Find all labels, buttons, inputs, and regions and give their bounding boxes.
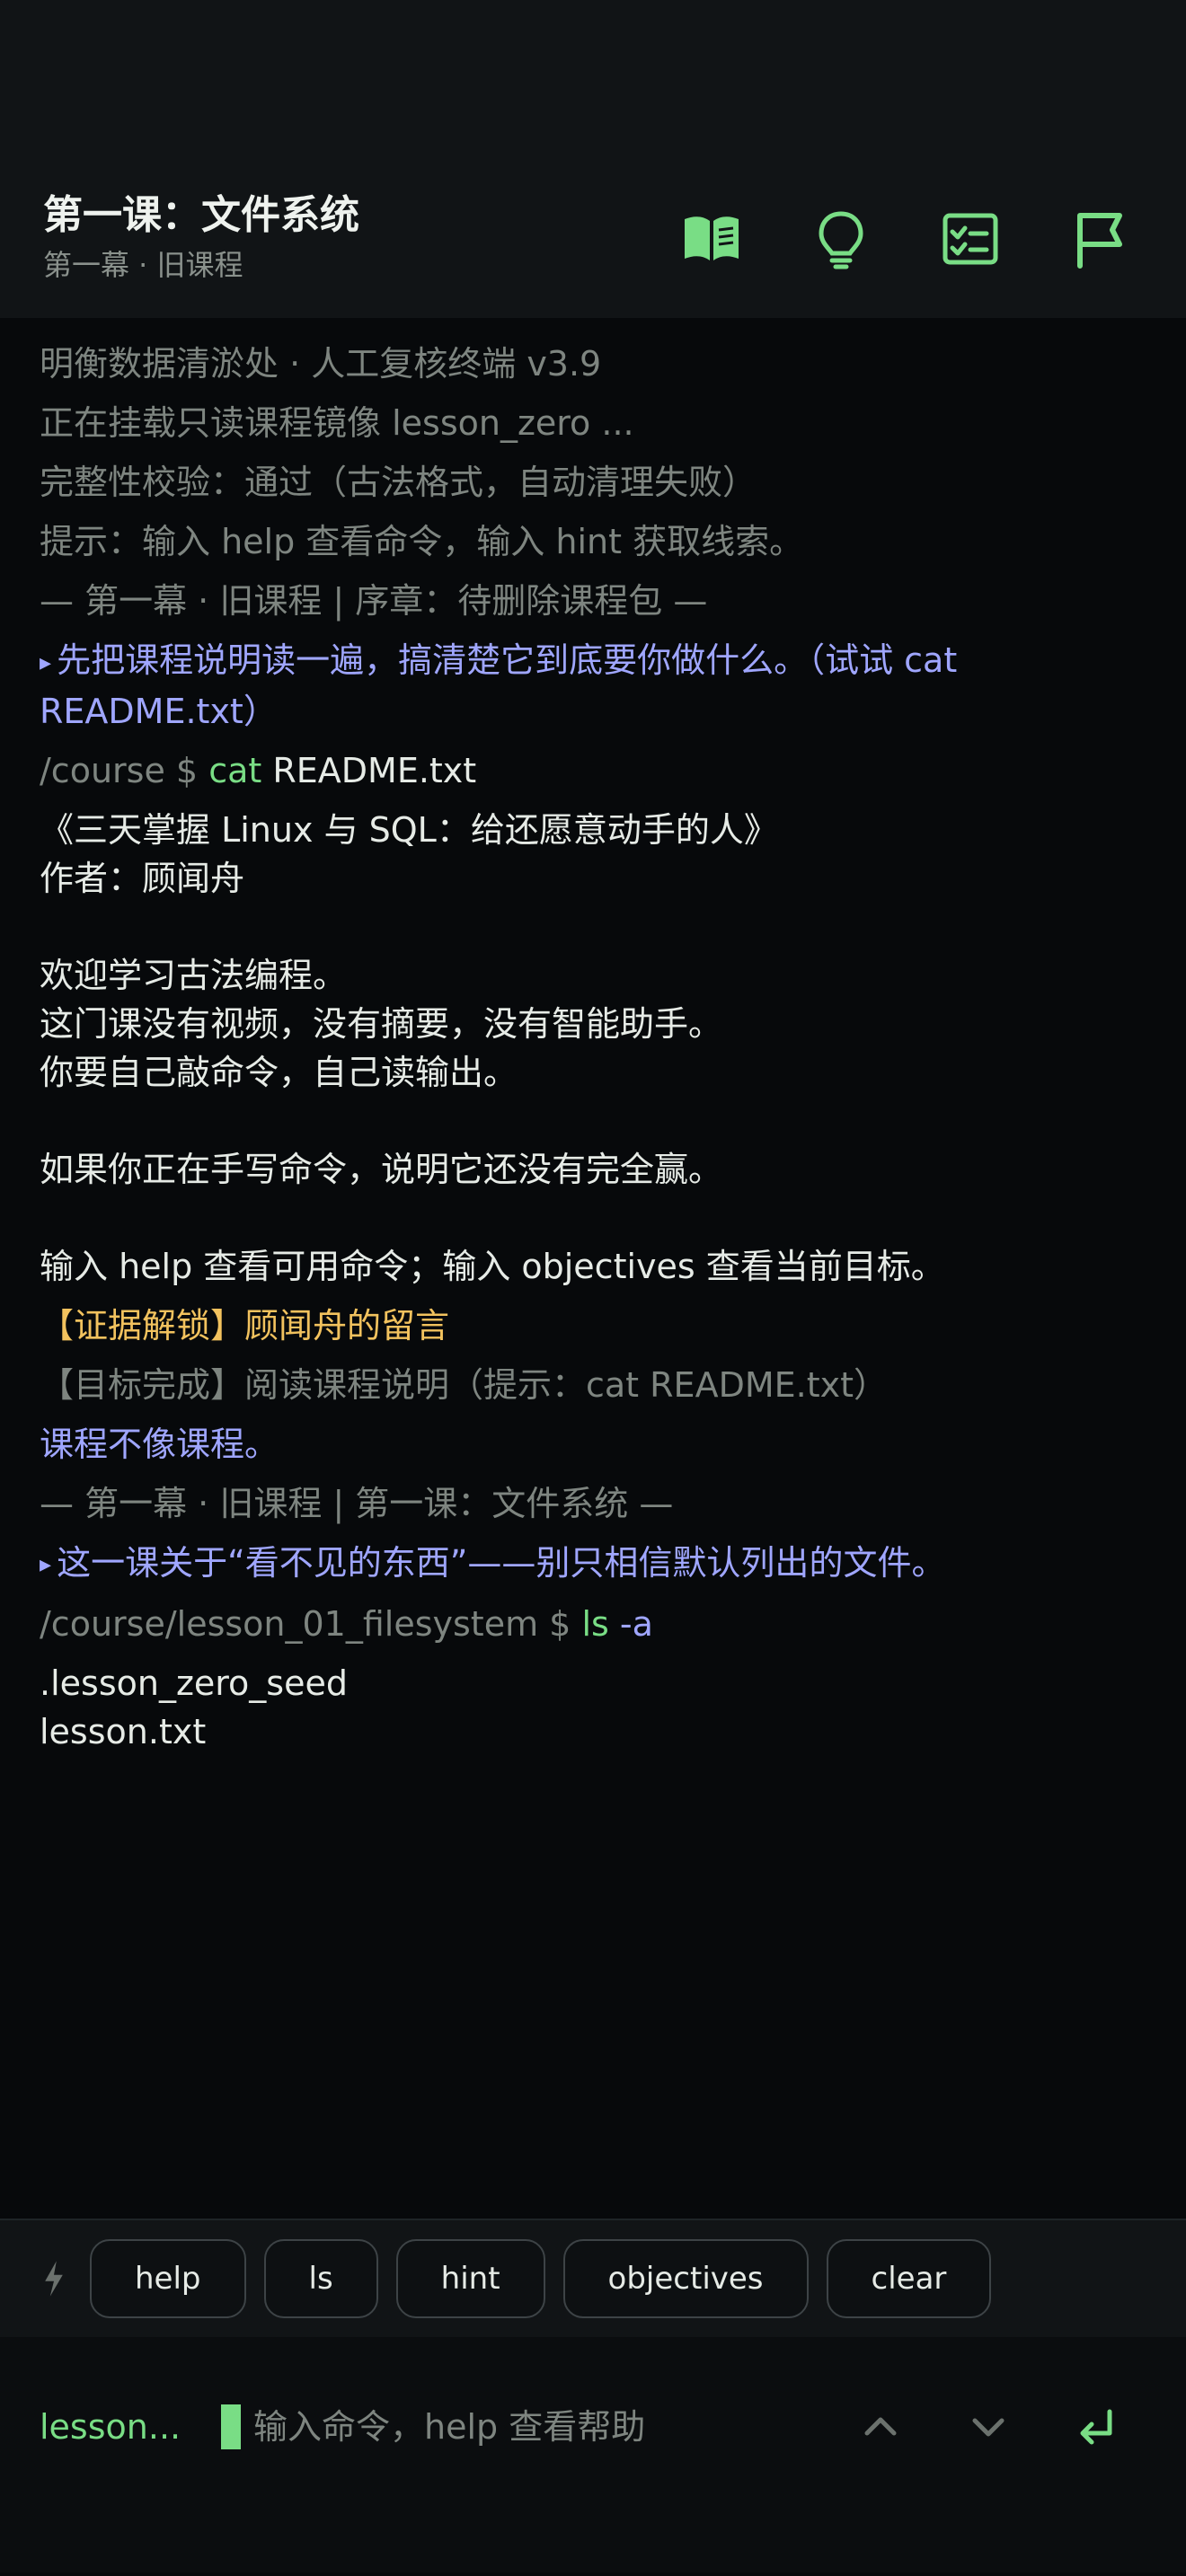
- enter-icon: [1080, 2409, 1112, 2445]
- banner-line: 完整性校验：通过（古法格式，自动清理失败）: [40, 463, 757, 502]
- chip-ls[interactable]: ls: [263, 2239, 378, 2318]
- command-arg: -a: [619, 1604, 653, 1644]
- chevron-up-icon: [864, 2417, 897, 2436]
- status-bar-area: [0, 0, 1186, 160]
- command-echo: /course/lesson_01_filesystem $ ls -a: [40, 1600, 1146, 1648]
- chip-help[interactable]: help: [90, 2239, 246, 2318]
- story-line: 课程不像课程。: [40, 1424, 279, 1464]
- page-title: 第一课：文件系统: [43, 191, 359, 238]
- banner-line: 提示：输入 help 查看命令，输入 hint 获取线索。: [40, 522, 804, 561]
- flag-icon: [1077, 213, 1122, 269]
- triangle-bullet-icon: ▸: [40, 648, 52, 676]
- goal-completed: 【目标完成】阅读课程说明（提示：cat README.txt）: [40, 1364, 888, 1405]
- command-arg: README.txt: [272, 750, 477, 790]
- objective-line: ▸ 这一课关于“看不见的东西”——别只相信默认列出的文件。: [40, 1539, 1146, 1590]
- readme-output: 《三天掌握 Linux 与 SQL：给还愿意动手的人》 作者：顾闻舟 欢迎学习古…: [40, 809, 945, 1286]
- command-name: cat: [208, 750, 262, 790]
- cursor-block: [221, 2404, 241, 2449]
- banner-line: 明衡数据清淤处 · 人工复核终端 v3.9: [40, 344, 602, 384]
- submit-button[interactable]: [1042, 2391, 1150, 2463]
- command-name: ls: [581, 1604, 609, 1644]
- header-actions: [647, 185, 1164, 293]
- input-row: lesson...: [40, 2391, 1150, 2463]
- chip-hint[interactable]: hint: [395, 2239, 545, 2318]
- chip-objectives[interactable]: objectives: [562, 2239, 809, 2318]
- page-subtitle: 第一幕 · 旧课程: [43, 248, 243, 283]
- title-block: 第一课：文件系统 第一幕 · 旧课程: [43, 191, 359, 284]
- evidence-unlocked: 【证据解锁】顾闻舟的留言: [40, 1305, 450, 1345]
- book-icon: [685, 216, 739, 260]
- triangle-bullet-icon: ▸: [40, 1551, 52, 1578]
- terminal-output[interactable]: 明衡数据清淤处 · 人工复核终端 v3.9 正在挂载只读课程镜像 lesson_…: [0, 318, 1186, 2219]
- command-input-bar: lesson...: [0, 2337, 1186, 2572]
- quick-command-bar: help ls hint objectives clear: [0, 2219, 1186, 2337]
- prompt-path: /course/lesson_01_filesystem $: [40, 1604, 571, 1644]
- section-divider: — 第一幕 · 旧课程 | 第一课：文件系统 —: [40, 1483, 674, 1523]
- app-header: 第一课：文件系统 第一幕 · 旧课程: [0, 160, 1186, 318]
- banner-line: 正在挂载只读课程镜像 lesson_zero ...: [40, 403, 634, 443]
- book-button[interactable]: [647, 185, 776, 293]
- history-up-button[interactable]: [827, 2391, 934, 2463]
- lightning-icon: [36, 2252, 72, 2306]
- objective-text: 这一课关于“看不见的东西”——别只相信默认列出的文件。: [57, 1542, 946, 1583]
- objectives-button[interactable]: [906, 185, 1035, 293]
- history-down-button[interactable]: [934, 2391, 1042, 2463]
- objective-line: ▸ 先把课程说明读一遍，搞清楚它到底要你做什么。（试试 cat README.tx…: [40, 636, 1146, 736]
- objective-text: 先把课程说明读一遍，搞清楚它到底要你做什么。（试试 cat README.txt…: [40, 640, 969, 731]
- current-directory: lesson...: [40, 2407, 181, 2447]
- command-input[interactable]: [252, 2406, 827, 2448]
- hint-button[interactable]: [776, 185, 906, 293]
- chevron-down-icon: [972, 2418, 1005, 2437]
- flag-button[interactable]: [1035, 185, 1164, 293]
- lightbulb-icon: [819, 211, 863, 269]
- ls-output: .lesson_zero_seed lesson.txt: [40, 1663, 348, 1751]
- section-divider: — 第一幕 · 旧课程 | 序章：待删除课程包 —: [40, 581, 708, 621]
- chip-clear[interactable]: clear: [826, 2239, 992, 2318]
- command-echo: /course $ cat README.txt: [40, 746, 1146, 795]
- checklist-icon: [943, 213, 998, 265]
- prompt-path: /course $: [40, 750, 199, 790]
